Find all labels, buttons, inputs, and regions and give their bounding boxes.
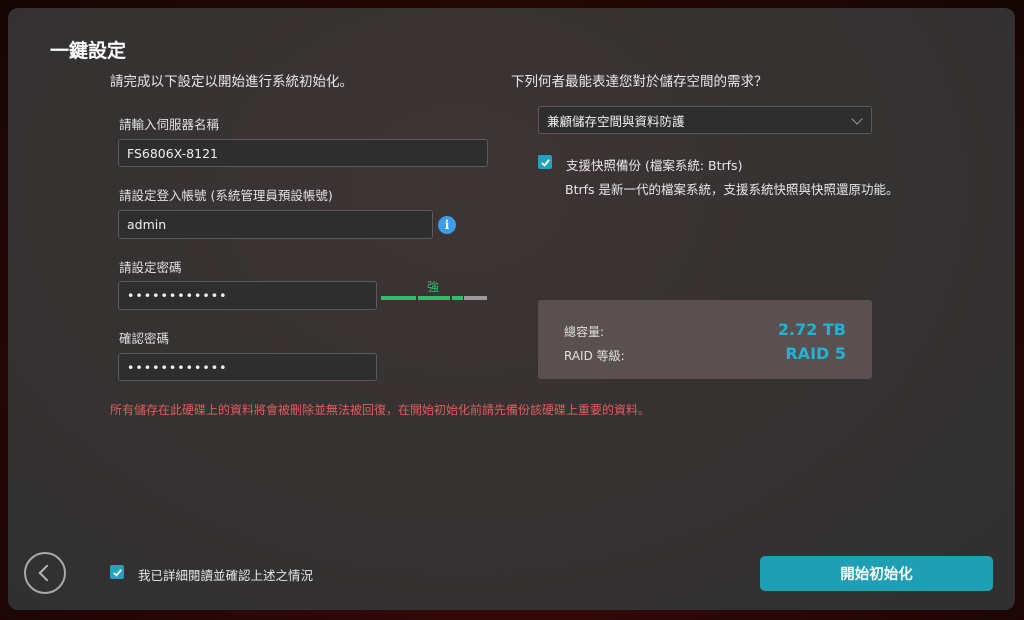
- password-strength-label: 強: [427, 280, 440, 294]
- check-icon: [540, 158, 550, 167]
- confirm-password-label: 確認密碼: [119, 331, 170, 346]
- total-capacity-value: 2.72 TB: [777, 320, 846, 339]
- check-icon: [112, 568, 122, 577]
- setup-instructions: 請完成以下設定以開始進行系統初始化。: [110, 74, 353, 90]
- page-title: 一鍵設定: [50, 40, 127, 62]
- confirm-read-label: 我已詳細閱讀並確認上述之情況: [138, 568, 314, 583]
- raid-level-value: RAID 5: [785, 344, 846, 363]
- server-name-input[interactable]: FS6806X-8121: [118, 139, 488, 167]
- storage-question: 下列何者最能表達您對於儲存空間的需求？: [511, 74, 768, 90]
- chevron-down-icon: [851, 113, 863, 125]
- snapshot-checkbox[interactable]: [538, 155, 552, 169]
- password-input[interactable]: ••••••••••••: [118, 281, 377, 310]
- btrfs-description: Btrfs 是新一代的檔案系統，支援系統快照與快照還原功能。: [565, 182, 899, 197]
- password-label: 請設定密碼: [119, 260, 182, 275]
- confirm-read-checkbox[interactable]: [110, 565, 124, 579]
- confirm-password-input[interactable]: ••••••••••••: [118, 353, 377, 381]
- account-input[interactable]: admin: [118, 210, 433, 239]
- raid-level-label: RAID 等級:: [564, 349, 625, 363]
- strength-segment-4: [464, 296, 487, 300]
- storage-summary: 總容量: 2.72 TB RAID 等級: RAID 5: [538, 300, 872, 379]
- account-label: 請設定登入帳號 (系統管理員預設帳號): [119, 188, 333, 203]
- data-loss-warning: 所有儲存在此硬碟上的資料將會被刪除並無法被回復，在開始初始化前請先備份該硬碟上重…: [110, 403, 651, 417]
- back-button[interactable]: [24, 552, 66, 594]
- total-capacity-label: 總容量:: [564, 325, 605, 339]
- info-icon[interactable]: i: [438, 216, 456, 234]
- storage-need-select[interactable]: 兼顧儲存空間與資料防護: [538, 106, 872, 134]
- snapshot-label: 支援快照備份 (檔案系統: Btrfs): [566, 158, 743, 173]
- strength-segment-1: [381, 296, 416, 300]
- server-name-label: 請輸入伺服器名稱: [119, 117, 220, 132]
- start-initialize-button[interactable]: 開始初始化: [760, 556, 993, 591]
- storage-need-selected: 兼顧儲存空間與資料防護: [547, 113, 685, 129]
- strength-segment-3: [452, 296, 463, 300]
- strength-segment-2: [418, 296, 450, 300]
- chevron-left-icon: [38, 564, 56, 582]
